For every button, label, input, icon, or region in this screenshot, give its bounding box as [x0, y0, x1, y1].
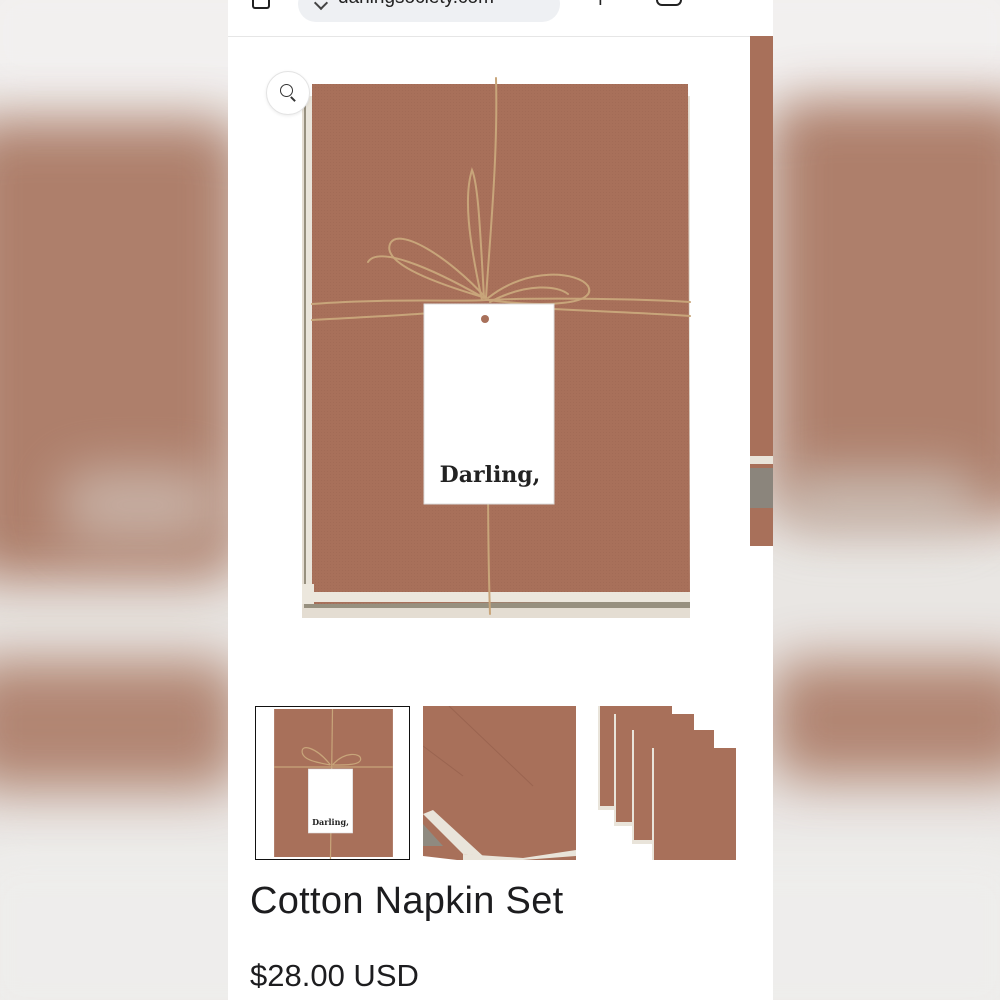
- product-title: Cotton Napkin Set: [250, 880, 564, 922]
- thumbnail-3-image: [598, 706, 738, 860]
- new-tab-icon[interactable]: +: [592, 0, 614, 10]
- thumbnail-3[interactable]: [598, 706, 738, 860]
- magnify-icon: [280, 84, 293, 97]
- address-bar[interactable]: darlingsociety.com: [298, 0, 560, 22]
- phone-screen: darlingsociety.com +: [228, 0, 773, 1000]
- url-text[interactable]: darlingsociety.com: [338, 0, 494, 9]
- product-price: $28.00 USD: [250, 958, 419, 993]
- tag-brand-text: Darling,: [440, 462, 541, 488]
- tabs-icon[interactable]: [656, 0, 682, 6]
- zoom-button[interactable]: [266, 71, 310, 115]
- thumbnail-2[interactable]: [423, 706, 576, 860]
- home-icon[interactable]: [252, 0, 270, 9]
- napkin-set-photo: Darling,: [302, 77, 691, 618]
- thumbnail-2-image: [423, 706, 576, 860]
- thumbnail-1[interactable]: Darling,: [255, 706, 410, 860]
- thumbnail-1-image: Darling,: [256, 707, 409, 859]
- browser-toolbar: darlingsociety.com +: [228, 0, 773, 37]
- next-image-peek[interactable]: [750, 36, 773, 546]
- main-product-image[interactable]: Darling,: [228, 36, 748, 696]
- lock-icon[interactable]: [313, 0, 329, 11]
- thumb-tag-text: Darling,: [312, 817, 349, 827]
